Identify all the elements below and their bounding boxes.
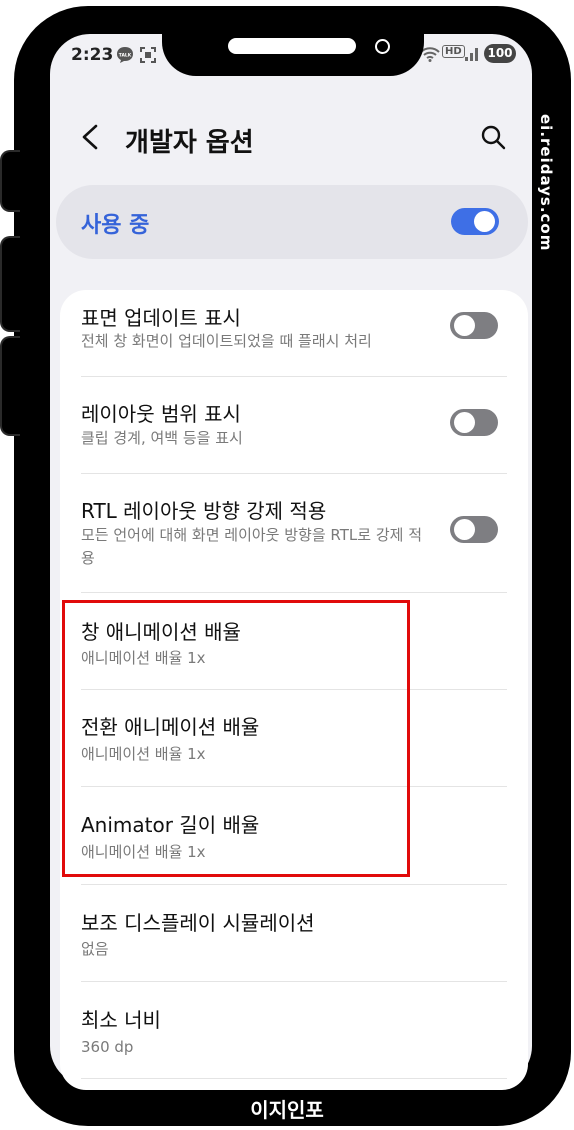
setting-force-rtl[interactable]: RTL 레이아웃 방향 강제 적용 모든 언어에 대해 화면 레이아웃 방향을 …: [60, 474, 528, 592]
setting-subtitle: 모든 언어에 대해 화면 레이아웃 방향을 RTL로 강제 적용: [81, 526, 422, 567]
setting-title: 최소 너비: [81, 1008, 161, 1032]
battery-indicator: 100: [484, 44, 516, 63]
watermark: ei.reidays.com: [537, 114, 555, 252]
setting-subtitle: 없음: [81, 940, 109, 958]
force-rtl-toggle[interactable]: [450, 516, 498, 543]
volume-up-button: [0, 236, 20, 332]
page-title: 개발자 옵션: [125, 128, 254, 158]
app-header: 개발자 옵션: [80, 118, 520, 158]
setting-subtitle: 전체 창 화면이 업데이트되었을 때 플래시 처리: [81, 332, 372, 350]
setting-simulate-secondary-display[interactable]: 보조 디스플레이 시뮬레이션 없음: [60, 885, 528, 981]
setting-title: 레이아웃 범위 표시: [81, 402, 241, 426]
hd-icon: HD: [442, 45, 465, 58]
developer-options-master-switch[interactable]: 사용 중: [56, 185, 528, 259]
toggle-knob: [474, 211, 495, 232]
toggle-knob: [454, 519, 475, 540]
master-toggle[interactable]: [451, 208, 499, 235]
back-arrow-icon[interactable]: [80, 118, 100, 166]
setting-subtitle: 클립 경계, 여백 등을 표시: [81, 429, 243, 447]
front-camera: [375, 39, 390, 54]
speaker-grill: [228, 38, 356, 54]
setting-show-layout-bounds[interactable]: 레이아웃 범위 표시 클립 경계, 여백 등을 표시: [60, 377, 528, 473]
svg-text:TALK: TALK: [119, 53, 132, 59]
search-icon[interactable]: [480, 124, 506, 150]
setting-title: 보조 디스플레이 시뮬레이션: [81, 911, 315, 935]
highlight-box: [62, 600, 410, 877]
surface-updates-toggle[interactable]: [450, 312, 498, 339]
toggle-knob: [454, 412, 475, 433]
toggle-knob: [454, 315, 475, 336]
master-switch-label: 사용 중: [81, 213, 150, 238]
talk-icon: TALK: [116, 46, 134, 67]
side-button: [0, 150, 20, 212]
layout-bounds-toggle[interactable]: [450, 409, 498, 436]
signal-icon: [464, 46, 480, 65]
setting-show-surface-updates[interactable]: 표면 업데이트 표시 전체 창 화면이 업데이트되었을 때 플래시 처리: [60, 290, 528, 376]
volume-down-button: [0, 336, 20, 436]
status-time: 2:23: [71, 45, 114, 65]
screenshot-icon: [139, 46, 157, 67]
setting-smallest-width[interactable]: 최소 너비 360 dp: [60, 982, 528, 1078]
divider: [81, 1078, 507, 1079]
setting-title: 표면 업데이트 표시: [81, 306, 241, 330]
setting-subtitle: 360 dp: [81, 1038, 134, 1056]
bottom-label: 이지인포: [250, 1098, 324, 1122]
setting-title: RTL 레이아웃 방향 강제 적용: [81, 499, 327, 523]
